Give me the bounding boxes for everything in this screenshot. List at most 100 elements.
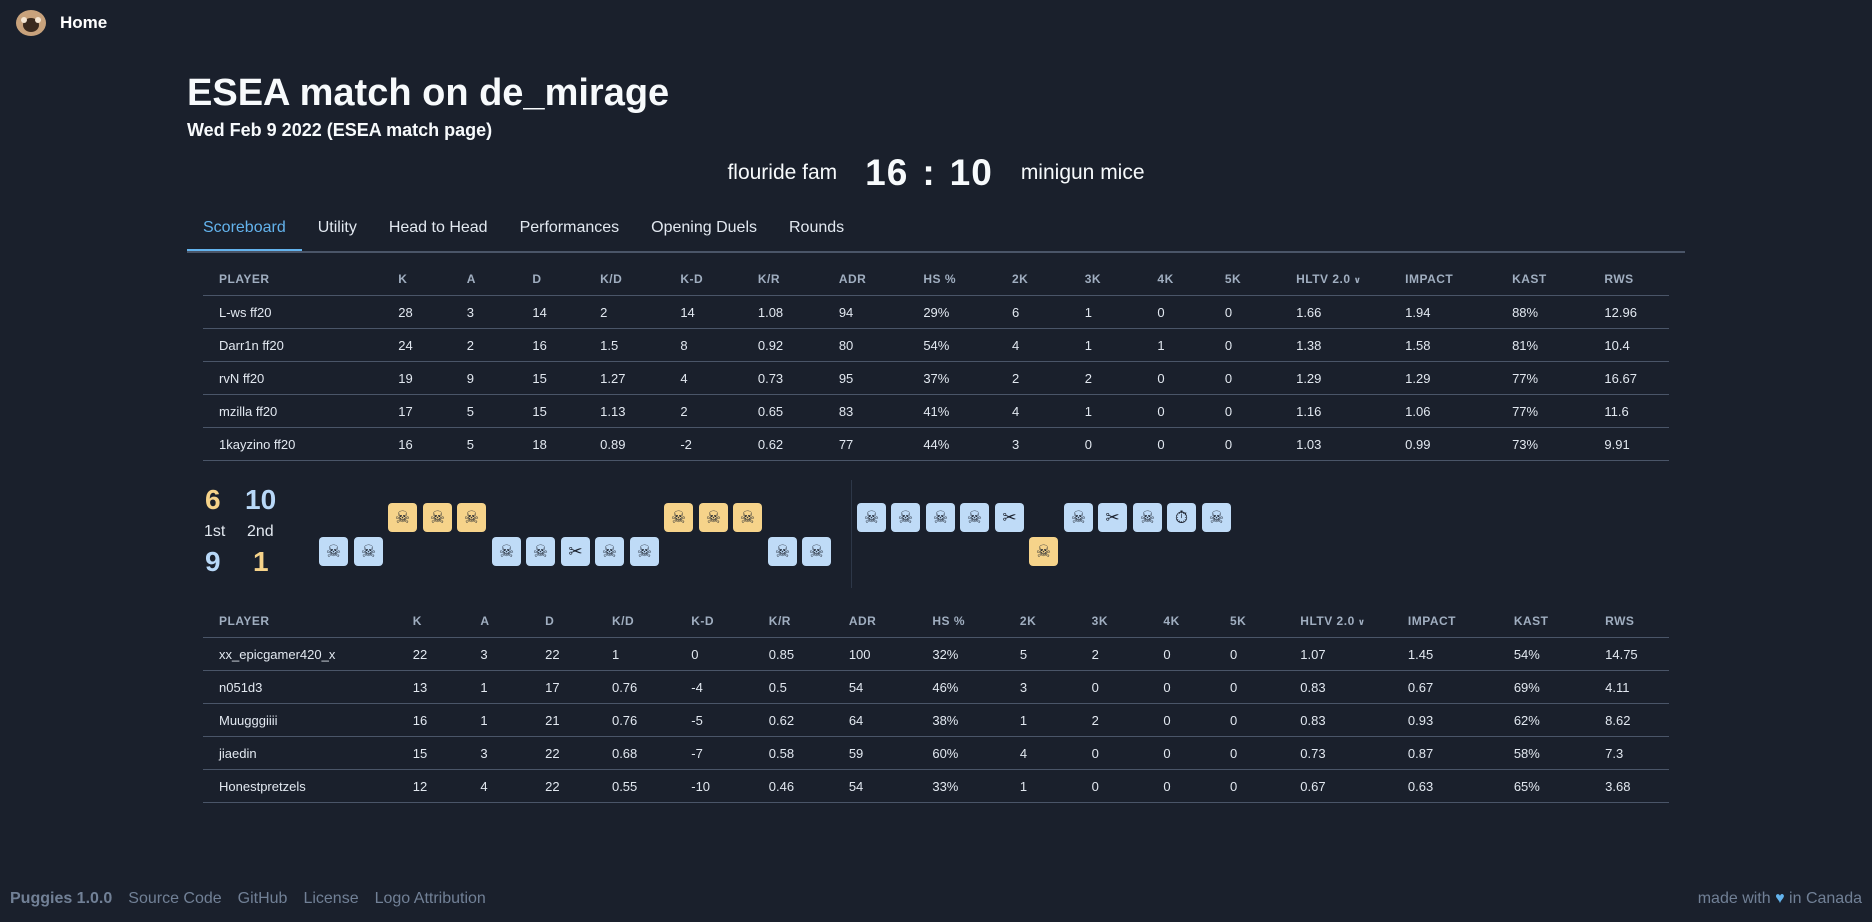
skull-icon[interactable]: ☠: [802, 537, 831, 566]
skull-icon[interactable]: ☠: [733, 503, 762, 532]
column-header[interactable]: K: [396, 605, 465, 638]
column-header[interactable]: 5K: [1214, 605, 1285, 638]
stat-cell: 0.63: [1391, 769, 1498, 803]
player-name[interactable]: L-ws ff20: [203, 295, 383, 329]
skull-icon[interactable]: ☠: [768, 537, 797, 566]
player-name[interactable]: jiaedin: [203, 736, 397, 770]
column-header[interactable]: 2K: [1003, 605, 1076, 638]
column-header[interactable]: HS %: [907, 263, 996, 296]
column-header[interactable]: IMPACT: [1391, 605, 1498, 638]
stat-cell: 0: [1075, 670, 1148, 704]
skull-icon[interactable]: ☠: [354, 537, 383, 566]
skull-icon[interactable]: ☠: [388, 503, 417, 532]
home-link[interactable]: Home: [60, 13, 107, 33]
column-header[interactable]: A: [450, 263, 517, 296]
column-header[interactable]: D: [529, 605, 596, 638]
player-name[interactable]: Honestpretzels: [203, 769, 397, 803]
player-name[interactable]: n051d3: [203, 670, 397, 704]
tab-opening-duels[interactable]: Opening Duels: [635, 211, 773, 249]
footer-link-license[interactable]: License: [303, 890, 358, 908]
tab-rounds[interactable]: Rounds: [773, 211, 860, 249]
skull-icon[interactable]: ☠: [857, 503, 886, 532]
column-header[interactable]: 2K: [995, 263, 1069, 296]
column-header[interactable]: D: [516, 263, 585, 296]
skull-icon[interactable]: ☠: [1133, 503, 1162, 532]
stat-cell: 1.06: [1389, 394, 1497, 428]
made-with-prefix: made with: [1697, 890, 1771, 907]
column-header[interactable]: K/R: [741, 263, 823, 296]
stat-cell: 3: [464, 736, 530, 770]
skull-icon[interactable]: ☠: [423, 503, 452, 532]
column-header[interactable]: A: [464, 605, 530, 638]
stopwatch-icon[interactable]: ⏱: [1167, 503, 1196, 532]
column-header[interactable]: 4K: [1147, 605, 1214, 638]
tab-utility[interactable]: Utility: [302, 211, 373, 249]
column-header[interactable]: 3K: [1068, 263, 1142, 296]
stat-cell: 17: [382, 394, 451, 428]
column-header[interactable]: K-D: [675, 605, 753, 638]
column-header[interactable]: K/R: [752, 605, 833, 638]
column-header[interactable]: PLAYER: [203, 263, 383, 296]
scissors-icon[interactable]: ✂: [995, 503, 1024, 532]
skull-icon[interactable]: ☠: [319, 537, 348, 566]
skull-icon[interactable]: ☠: [699, 503, 728, 532]
skull-icon[interactable]: ☠: [664, 503, 693, 532]
column-header[interactable]: RWS: [1588, 263, 1669, 296]
player-name[interactable]: xx_epicgamer420_x: [203, 637, 397, 671]
column-header[interactable]: HLTV 2.0 ∨: [1280, 263, 1390, 296]
skull-icon[interactable]: ☠: [1029, 537, 1058, 566]
column-header[interactable]: 5K: [1208, 263, 1281, 296]
footer-link-github[interactable]: GitHub: [238, 890, 288, 908]
skull-icon[interactable]: ☠: [630, 537, 659, 566]
column-header[interactable]: IMPACT: [1389, 263, 1497, 296]
stat-cell: 80: [822, 328, 908, 362]
scissors-icon[interactable]: ✂: [561, 537, 590, 566]
table-row: Darr1n ff20 24 2 16 1.5 8 0.92 80 54% 4 1 1 0 1.38 1.5…: [203, 328, 1669, 362]
column-header[interactable]: KAST: [1497, 605, 1590, 638]
column-header[interactable]: ADR: [832, 605, 917, 638]
column-header[interactable]: HLTV 2.0 ∨: [1284, 605, 1392, 638]
skull-icon[interactable]: ☠: [1202, 503, 1231, 532]
pug-logo-icon[interactable]: [16, 10, 46, 36]
stat-cell: 15: [396, 736, 465, 770]
stat-cell: 77%: [1496, 394, 1589, 428]
column-header[interactable]: K-D: [664, 263, 742, 296]
column-header[interactable]: PLAYER: [203, 605, 397, 638]
column-header[interactable]: KAST: [1496, 263, 1589, 296]
skull-icon[interactable]: ☠: [526, 537, 555, 566]
skull-icon[interactable]: ☠: [492, 537, 521, 566]
column-header[interactable]: HS %: [916, 605, 1004, 638]
skull-icon[interactable]: ☠: [926, 503, 955, 532]
stat-cell: -5: [675, 703, 753, 737]
tab-performances[interactable]: Performances: [504, 211, 636, 249]
second-half-label: 2nd: [247, 523, 274, 540]
column-header[interactable]: K/D: [595, 605, 676, 638]
skull-icon[interactable]: ☠: [891, 503, 920, 532]
footer-link-source-code[interactable]: Source Code: [128, 890, 221, 908]
column-header[interactable]: K/D: [584, 263, 665, 296]
column-header[interactable]: ADR: [822, 263, 908, 296]
player-name[interactable]: Muugggiiii: [203, 703, 397, 737]
player-name[interactable]: 1kayzino ff20: [203, 427, 383, 461]
tab-scoreboard[interactable]: Scoreboard: [187, 211, 302, 251]
column-header[interactable]: 4K: [1141, 263, 1209, 296]
column-header[interactable]: K: [382, 263, 451, 296]
made-with-suffix: in Canada: [1789, 890, 1862, 907]
stat-cell: 16: [516, 328, 585, 362]
skull-icon[interactable]: ☠: [457, 503, 486, 532]
player-name[interactable]: Darr1n ff20: [203, 328, 383, 362]
player-name[interactable]: mzilla ff20: [203, 394, 383, 428]
stat-cell: 41%: [907, 394, 996, 428]
column-header[interactable]: 3K: [1075, 605, 1148, 638]
footer-link-logo-attribution[interactable]: Logo Attribution: [375, 890, 486, 908]
scissors-icon[interactable]: ✂: [1098, 503, 1127, 532]
stat-cell: 73%: [1496, 427, 1589, 461]
team1-scoreboard: PLAYER K A D K/D K-D K/R ADR HS % 2K 3K 4K 5K HLTV 2.…: [203, 263, 1669, 461]
skull-icon[interactable]: ☠: [1064, 503, 1093, 532]
stat-cell: 0: [1147, 769, 1214, 803]
column-header[interactable]: RWS: [1589, 605, 1669, 638]
skull-icon[interactable]: ☠: [595, 537, 624, 566]
skull-icon[interactable]: ☠: [960, 503, 989, 532]
player-name[interactable]: rvN ff20: [203, 361, 383, 395]
tab-head-to-head[interactable]: Head to Head: [373, 211, 504, 249]
